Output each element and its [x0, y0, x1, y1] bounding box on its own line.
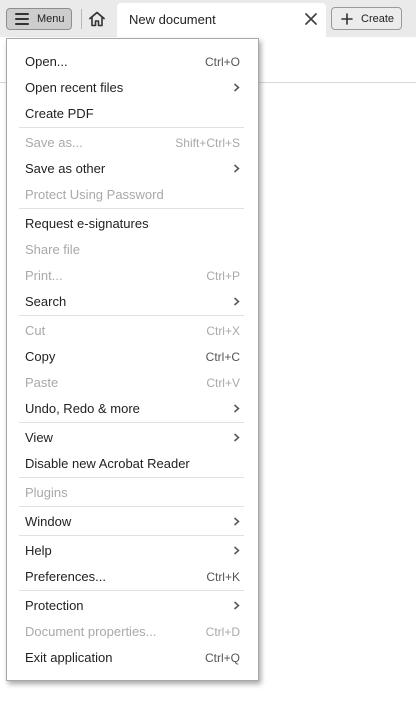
menu-button[interactable]: Menu	[6, 8, 72, 30]
menu-item-search[interactable]: Search	[7, 288, 258, 314]
chevron-right-icon	[234, 601, 240, 610]
menu-item-cut: Cut Ctrl+X	[7, 317, 258, 343]
menu-item-window[interactable]: Window	[7, 508, 258, 534]
close-icon[interactable]	[304, 12, 318, 26]
home-icon	[89, 11, 105, 27]
chevron-right-icon	[234, 297, 240, 306]
menu-item-shortcut: Shift+Ctrl+S	[175, 136, 240, 150]
plus-icon	[341, 12, 353, 25]
chevron-right-icon	[234, 517, 240, 526]
menu-item-print: Print... Ctrl+P	[7, 262, 258, 288]
menu-item-preferences[interactable]: Preferences... Ctrl+K	[7, 563, 258, 589]
menu-item-paste: Paste Ctrl+V	[7, 369, 258, 395]
menu-item-help[interactable]: Help	[7, 537, 258, 563]
menu-item-protection[interactable]: Protection	[7, 592, 258, 618]
menu-item-label: Share file	[25, 242, 80, 257]
menu-item-shortcut: Ctrl+Q	[204, 651, 240, 665]
menu-item-plugins: Plugins	[7, 479, 258, 505]
menu-item-shortcut: Ctrl+C	[205, 350, 240, 364]
menu-button-label: Menu	[37, 13, 65, 25]
tab-new-document[interactable]: New document	[117, 3, 326, 37]
menu-item-label: Open...	[25, 54, 68, 69]
menu-separator	[19, 535, 244, 536]
create-button-label: Create	[361, 12, 395, 25]
menu-item-shortcut: Ctrl+P	[206, 269, 240, 283]
menu-separator	[19, 590, 244, 591]
menu-item-request-e-signatures[interactable]: Request e-signatures	[7, 210, 258, 236]
menu-separator	[19, 506, 244, 507]
menu-item-label: Exit application	[25, 650, 113, 665]
menu-item-label: Window	[25, 514, 72, 529]
menu-item-label: Cut	[25, 323, 46, 338]
chevron-right-icon	[234, 404, 240, 413]
top-bar: Menu New document Create	[0, 0, 416, 37]
home-button[interactable]	[86, 8, 108, 30]
menu-separator	[19, 477, 244, 478]
menu-separator	[19, 422, 244, 423]
menu-item-document-properties: Document properties... Ctrl+D	[7, 618, 258, 644]
menu-item-label: Search	[25, 294, 67, 309]
menu-item-label: Plugins	[25, 485, 68, 500]
menu-item-label: Protect Using Password	[25, 187, 164, 202]
menu-item-exit-application[interactable]: Exit application Ctrl+Q	[7, 644, 258, 670]
main-menu-dropdown: Open... Ctrl+O Open recent files Create …	[6, 38, 259, 681]
menu-item-label: Create PDF	[25, 106, 94, 121]
toolbar-divider	[81, 9, 82, 29]
menu-item-protect-using-password: Protect Using Password	[7, 181, 258, 207]
menu-item-save-as: Save as... Shift+Ctrl+S	[7, 129, 258, 155]
menu-separator	[19, 315, 244, 316]
menu-item-label: Protection	[25, 598, 84, 613]
menu-item-label: Undo, Redo & more	[25, 401, 140, 416]
menu-item-disable-new-acrobat-reader[interactable]: Disable new Acrobat Reader	[7, 450, 258, 476]
menu-item-label: Request e-signatures	[25, 216, 149, 231]
menu-item-open-recent-files[interactable]: Open recent files	[7, 74, 258, 100]
menu-item-shortcut: Ctrl+K	[206, 570, 240, 584]
menu-item-label: Preferences...	[25, 569, 106, 584]
menu-item-share-file: Share file	[7, 236, 258, 262]
menu-item-label: Copy	[25, 349, 56, 364]
menu-item-label: Save as...	[25, 135, 83, 150]
menu-separator	[19, 127, 244, 128]
hamburger-icon	[15, 13, 29, 25]
menu-item-copy[interactable]: Copy Ctrl+C	[7, 343, 258, 369]
tab-title: New document	[129, 12, 216, 27]
menu-item-label: Open recent files	[25, 80, 124, 95]
menu-item-label: Help	[25, 543, 52, 558]
menu-item-undo-redo-more[interactable]: Undo, Redo & more	[7, 395, 258, 421]
menu-item-label: Paste	[25, 375, 59, 390]
chevron-right-icon	[234, 433, 240, 442]
menu-item-shortcut: Ctrl+V	[206, 376, 240, 390]
menu-item-label: Print...	[25, 268, 63, 283]
menu-separator	[19, 208, 244, 209]
menu-item-create-pdf[interactable]: Create PDF	[7, 100, 258, 126]
menu-item-save-as-other[interactable]: Save as other	[7, 155, 258, 181]
chevron-right-icon	[234, 546, 240, 555]
menu-item-label: Disable new Acrobat Reader	[25, 456, 190, 471]
create-button[interactable]: Create	[331, 7, 402, 30]
chevron-right-icon	[234, 164, 240, 173]
menu-item-view[interactable]: View	[7, 424, 258, 450]
chevron-right-icon	[234, 83, 240, 92]
menu-item-shortcut: Ctrl+X	[206, 324, 240, 338]
menu-item-shortcut: Ctrl+D	[205, 625, 240, 639]
menu-item-open[interactable]: Open... Ctrl+O	[7, 48, 258, 74]
menu-item-shortcut: Ctrl+O	[204, 55, 240, 69]
menu-item-label: View	[25, 430, 53, 445]
menu-item-label: Save as other	[25, 161, 106, 176]
menu-item-label: Document properties...	[25, 624, 157, 639]
